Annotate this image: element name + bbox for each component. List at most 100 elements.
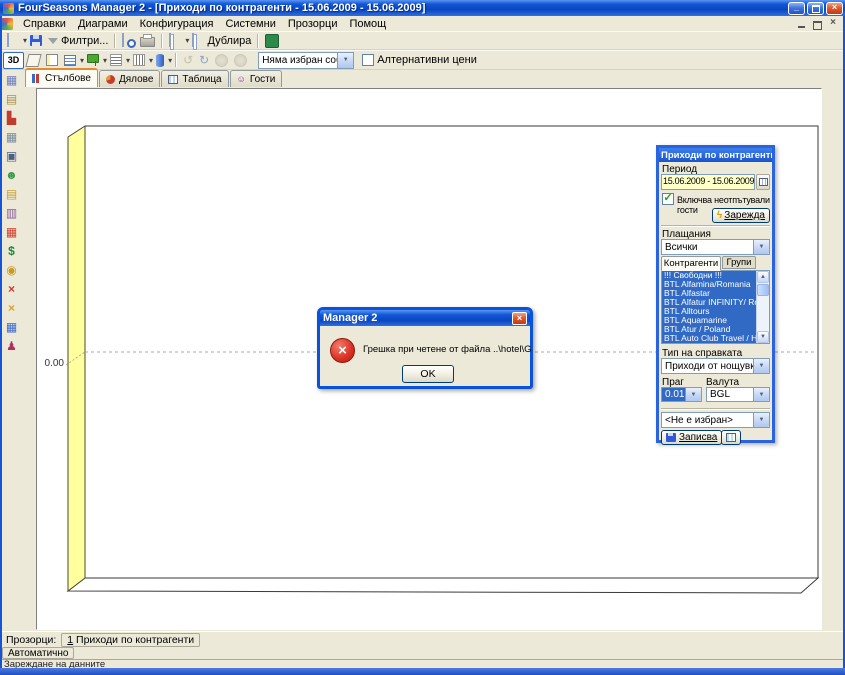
panel-title-bar[interactable]: Приходи по контрагенти × [659, 148, 772, 162]
list-item[interactable]: BTL Alfamina/Romania [662, 280, 769, 289]
list-scrollbar[interactable]: ▲ ▼ [756, 271, 769, 343]
print-button[interactable] [137, 32, 158, 49]
alt-prices-label: Алтернативни цени [377, 54, 477, 66]
export-icon[interactable]: ▤ [3, 89, 21, 108]
list-item[interactable]: BTL Auto Club Travel / Hunga [662, 334, 769, 343]
red-grid-icon[interactable]: ▦ [3, 222, 21, 241]
window-tab-button[interactable]: 1 Приходи по контрагенти [61, 633, 200, 647]
window-table-icon[interactable]: ▦ [3, 317, 21, 336]
print-preview-button[interactable] [119, 32, 137, 49]
bar-chart-icon [32, 74, 41, 83]
error-dialog-close-button[interactable]: × [512, 312, 527, 325]
duplicate-button[interactable]: Дублира [189, 32, 254, 49]
perspective-button[interactable] [24, 52, 43, 69]
minimize-button[interactable]: _ [788, 2, 805, 15]
contragents-list[interactable]: !!! Свободни !!! BTL Alfamina/Romania BT… [661, 270, 770, 344]
columns-icon[interactable]: ▥ [3, 203, 21, 222]
ok-button[interactable]: OK [402, 365, 454, 383]
tab-guests[interactable]: ☺ Гости [230, 70, 283, 87]
vertical-grid-button[interactable] [130, 52, 148, 69]
chart-wall-icon [46, 54, 58, 66]
list-item[interactable]: BTL Alfastar [662, 289, 769, 298]
list-item[interactable]: !!! Свободни !!! [662, 271, 769, 280]
payments-select[interactable]: Всички ▼ [661, 239, 770, 255]
menu-windows[interactable]: Прозорци [282, 18, 344, 30]
owner-select-arrow-icon[interactable]: ▼ [337, 53, 353, 68]
export-excel-button[interactable] [262, 32, 282, 49]
save-disk-icon [666, 433, 676, 442]
chart-icon[interactable]: ▙ [3, 108, 21, 127]
payments-select-arrow-icon[interactable]: ▼ [753, 240, 769, 254]
cut-yellow-icon[interactable]: × [3, 298, 21, 317]
person-chart-icon[interactable]: ♟ [3, 336, 21, 355]
alt-prices-checkbox[interactable] [362, 54, 374, 66]
list-item[interactable]: BTL Alltours [662, 307, 769, 316]
folder-icon[interactable]: ▤ [3, 184, 21, 203]
chart-floor [68, 578, 818, 593]
save-button[interactable] [27, 32, 45, 49]
mdi-restore-button[interactable] [809, 18, 825, 30]
menu-references[interactable]: Справки [17, 18, 72, 30]
menu-help[interactable]: Помощ [343, 18, 392, 30]
tab-table[interactable]: Таблица [161, 70, 228, 87]
toggle-3d-button[interactable]: 3D [3, 52, 24, 69]
load-button[interactable]: ϟ Зарежда [712, 208, 770, 223]
scroll-up-button[interactable]: ▲ [757, 271, 769, 283]
threshold-input[interactable]: 0.01 ▼ [661, 387, 702, 402]
bar-style-button[interactable] [153, 52, 167, 69]
report-type-arrow-icon[interactable]: ▼ [753, 359, 769, 373]
labels-button[interactable] [84, 52, 102, 69]
dollar-icon[interactable]: $ [3, 241, 21, 260]
period-input[interactable]: 15.06.2009 - 15.06.2009 [661, 174, 755, 190]
tab-contragents[interactable]: Контрагенти [661, 256, 721, 271]
rotate-cw-button[interactable]: ↻ [196, 52, 212, 69]
saved-report-select[interactable]: <Не е избран> ▼ [661, 412, 770, 428]
list-item[interactable]: BTL Aquamarine [662, 316, 769, 325]
save-report-button[interactable]: Записва [661, 430, 722, 445]
horizontal-grid-button[interactable] [107, 52, 125, 69]
error-dialog-title-bar[interactable]: Manager 2 × [320, 310, 530, 326]
report-type-select[interactable]: Приходи от нощувки ▼ [661, 358, 770, 374]
copy-button[interactable] [166, 32, 184, 49]
scroll-thumb[interactable] [757, 284, 769, 296]
mdi-minimize-button[interactable] [793, 18, 809, 30]
list-item[interactable]: BTL Alfatur INFINITY/ Romani [662, 298, 769, 307]
saved-report-arrow-icon[interactable]: ▼ [753, 413, 769, 427]
currency-select[interactable]: BGL ▼ [706, 387, 770, 402]
close-button[interactable]: × [826, 2, 843, 15]
scroll-down-button[interactable]: ▼ [757, 331, 769, 343]
threshold-arrow-icon[interactable]: ▼ [685, 388, 701, 401]
menu-configuration[interactable]: Конфигурация [134, 18, 220, 30]
list-item[interactable]: BTL Atur / Poland [662, 325, 769, 334]
coins-icon[interactable]: ◉ [3, 260, 21, 279]
group-icon[interactable]: ☻ [3, 165, 21, 184]
tab-bars-label: Стълбове [45, 73, 91, 84]
tab-groups[interactable]: Групи [722, 256, 756, 269]
mdi-window-buttons: × [793, 18, 841, 30]
currency-arrow-icon[interactable]: ▼ [753, 388, 769, 401]
excel-icon [265, 34, 279, 48]
filters-button[interactable]: Филтри... [45, 32, 111, 49]
copy-window-icon[interactable]: ▣ [3, 146, 21, 165]
menu-system[interactable]: Системни [219, 18, 281, 30]
mdi-close-button[interactable]: × [825, 18, 841, 30]
legend-button[interactable] [61, 52, 79, 69]
owner-select[interactable]: Няма избран собственици ▼ [258, 52, 354, 69]
window-left-frame [0, 16, 2, 668]
chart-wall-button[interactable] [43, 52, 61, 69]
menu-diagrams[interactable]: Диаграми [72, 18, 134, 30]
title-bar[interactable]: FourSeasons Manager 2 - [Приходи по конт… [0, 0, 845, 16]
tab-pie[interactable]: Дялове [99, 70, 160, 87]
bar-style-dropdown-arrow-icon[interactable]: ▾ [168, 56, 172, 65]
restore-button[interactable] [807, 2, 824, 15]
calculator-icon[interactable]: ▦ [3, 127, 21, 146]
new-button[interactable] [4, 32, 22, 49]
save-report-label: Записва [679, 432, 717, 443]
cut-red-icon[interactable]: × [3, 279, 21, 298]
windows-icon[interactable]: ▦ [3, 70, 21, 89]
calendar-button[interactable] [756, 174, 770, 190]
automatic-button[interactable]: Автоматично [2, 647, 74, 659]
tab-bars[interactable]: Стълбове [25, 68, 98, 87]
grid-view-button[interactable] [721, 430, 741, 445]
include-guests-checkbox[interactable]: ✓ [662, 193, 674, 205]
